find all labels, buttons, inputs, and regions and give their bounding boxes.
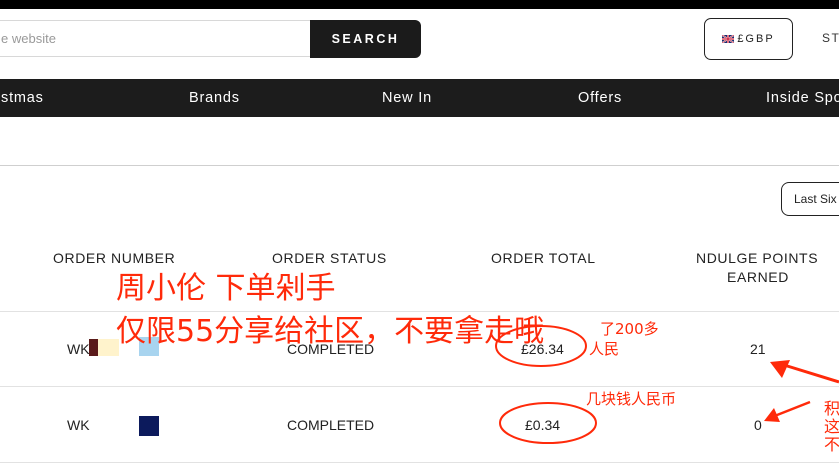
nav-item-christmas[interactable]: istmas xyxy=(0,90,44,106)
date-filter-dropdown[interactable]: Last Six xyxy=(781,182,839,216)
annotation-title-line1: 周小伦 下单剁手 xyxy=(116,271,336,306)
currency-selector[interactable]: £GBP xyxy=(704,18,793,60)
order-number[interactable]: WK xyxy=(67,341,90,357)
annotation-title-line2: 仅限55分享给社区，不要拿走哦 xyxy=(116,314,545,349)
order-total: £0.34 xyxy=(525,417,561,433)
points-earned: 21 xyxy=(750,341,766,357)
arrow-annotation xyxy=(771,400,811,419)
annotation-note: 几块钱人民币 xyxy=(586,390,677,408)
points-earned: 0 xyxy=(754,417,762,433)
annotation-overlay xyxy=(495,325,839,444)
header-points-earned-line2: EARNED xyxy=(727,269,789,285)
nav-item-brands[interactable]: Brands xyxy=(189,90,240,106)
header-points-earned-line1: NDULGE POINTS xyxy=(696,250,819,266)
search-button[interactable]: SEARCH xyxy=(310,20,421,58)
nav-item-new-in[interactable]: New In xyxy=(382,90,432,106)
store-link[interactable]: STO xyxy=(822,31,839,45)
row-divider xyxy=(0,462,839,463)
product-thumbnail xyxy=(89,339,98,356)
section-divider xyxy=(0,165,839,166)
nav-item-offers[interactable]: Offers xyxy=(578,90,622,106)
main-nav: istmas Brands New In Offers Inside Spo xyxy=(0,79,839,117)
arrow-head xyxy=(770,360,790,378)
annotation-side-text: 不 xyxy=(824,435,839,454)
arrow-head xyxy=(764,408,780,422)
order-status: COMPLETED xyxy=(287,417,375,433)
order-number[interactable]: WK xyxy=(67,417,90,433)
row-divider xyxy=(0,386,839,387)
currency-label: £GBP xyxy=(737,33,775,45)
top-strip xyxy=(0,0,839,9)
product-thumbnail xyxy=(139,416,159,436)
header-order-total: ORDER TOTAL xyxy=(491,250,596,266)
annotation-note: 人民 xyxy=(589,340,620,358)
search-input[interactable]: e website xyxy=(0,20,310,57)
uk-flag-icon xyxy=(722,35,735,43)
arrow-annotation xyxy=(783,363,839,384)
nav-item-inside-spotlight[interactable]: Inside Spo xyxy=(766,90,839,106)
annotation-note: 了200多 xyxy=(600,320,659,338)
